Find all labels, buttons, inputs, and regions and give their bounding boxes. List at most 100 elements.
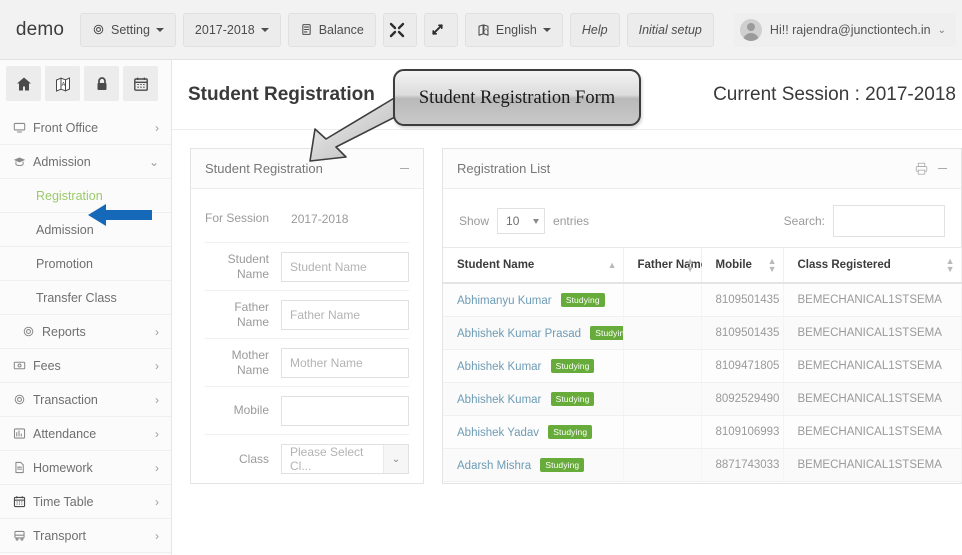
chevron-icon: › (155, 528, 159, 543)
column-label: Student Name (457, 259, 535, 271)
student-name-link[interactable]: Abhishek Kumar (457, 361, 541, 373)
sidebar-item-reports[interactable]: Reports › (0, 315, 171, 349)
form-row-class-select: Class Please Select Cl... ⌄ (205, 435, 409, 483)
cell-father-name (623, 448, 702, 482)
cell-student-name[interactable]: Abhishek Kumar Studying (443, 382, 624, 416)
expand-icon (389, 22, 405, 37)
map-icon[interactable]: A (45, 66, 80, 101)
father-name-input[interactable]: Father Name (281, 299, 409, 330)
language-button[interactable]: A English (464, 12, 563, 47)
mother-name-input[interactable]: Mother Name (281, 347, 409, 378)
table-row[interactable]: Abhishek Kumar Studying 8109471805 BEMEC… (443, 349, 962, 383)
button-label: Initial setup (638, 22, 702, 37)
cell-mobile: 8871743033 (701, 448, 784, 482)
input-placeholder: Father Name (290, 307, 361, 322)
document-icon (13, 461, 33, 474)
student-name-link[interactable]: Abhishek Kumar Prasad (457, 328, 581, 340)
page-length-select[interactable]: 10 (497, 208, 546, 234)
print-icon[interactable] (915, 162, 928, 175)
cell-class-registered: BEMECHANICAL1STSEMA (783, 283, 962, 317)
column-header-class-registered[interactable]: Class Registered ▲ ▼ (783, 247, 962, 284)
column-header-father-name[interactable]: Father Name ▲ ▼ (623, 247, 707, 284)
mobile-input[interactable] (281, 395, 409, 426)
session-button[interactable]: 2017-2018 (182, 12, 281, 47)
student-name-link[interactable]: Abhishek Yadav (457, 427, 539, 439)
column-header-mobile[interactable]: Mobile ▲ ▼ (701, 247, 784, 284)
home-icon[interactable] (6, 66, 41, 101)
gear-icon (14, 394, 25, 405)
sidebar-item-transfer-class[interactable]: Transfer Class (0, 281, 171, 315)
lock-icon[interactable] (84, 66, 119, 101)
minimize-icon[interactable] (938, 168, 947, 169)
application-root: demo Setting 2017-2018 Balance A English Hel… (0, 0, 962, 555)
class-select[interactable]: Please Select Cl... ⌄ (281, 444, 409, 474)
column-label: Mobile (715, 259, 752, 271)
search-input[interactable] (833, 205, 945, 237)
table-row[interactable]: Abhishek Kumar Studying 8092529490 BEMEC… (443, 382, 962, 416)
resize-button[interactable] (423, 12, 458, 47)
sidebar-item-fees[interactable]: Fees › (0, 349, 171, 383)
user-menu[interactable]: Hi!! rajendra@junctiontech.in ⌄ (733, 13, 956, 47)
panel-title: Registration List (457, 161, 551, 176)
brand-logo[interactable]: demo (0, 19, 80, 41)
cell-student-name[interactable]: Adarsh Mishra Studying (443, 448, 624, 482)
document-icon (15, 461, 24, 474)
status-badge: Studying (590, 326, 622, 340)
setting-button[interactable]: Setting (80, 12, 176, 47)
field-label: Student Name (227, 251, 269, 281)
chevron-icon: ⌄ (148, 154, 159, 169)
language-icon: A (477, 23, 490, 36)
page-length-value: 10 (506, 214, 520, 228)
cell-father-name (623, 283, 702, 317)
help-button[interactable]: Help (569, 12, 620, 47)
sidebar-item-label: Attendance (33, 426, 97, 441)
cell-student-name[interactable]: Abhishek Yadav Studying (443, 415, 624, 449)
sidebar-item-label: Promotion (36, 256, 93, 271)
cell-student-name[interactable]: Abhimanyu Kumar Studying (443, 283, 624, 317)
select-value: Please Select Cl... (290, 445, 364, 473)
sort-indicator-icon: ▲ ▼ (685, 256, 695, 274)
sidebar-item-transport[interactable]: Transport › (0, 519, 171, 553)
table-row[interactable]: Abhishek Yadav Studying 8109106993 BEMEC… (443, 415, 962, 449)
sort-indicator-icon: ▲ (607, 260, 617, 270)
sidebar-item-admission[interactable]: Admission ⌄ (0, 145, 171, 179)
table-row[interactable]: Abhimanyu Kumar Studying 8109501435 BEME… (443, 283, 962, 317)
initial-setup-button[interactable]: Initial setup (626, 12, 714, 47)
minimize-icon[interactable] (400, 168, 409, 169)
form-row-mother-name-input: Mother Name Mother Name (205, 339, 409, 387)
sidebar-item-promotion[interactable]: Promotion (0, 247, 171, 281)
sidebar-item-attendance[interactable]: Attendance › (0, 417, 171, 451)
column-label: Father Name (637, 259, 708, 271)
cell-mobile: 8109501435 (701, 316, 784, 350)
sidebar-item-label: Registration (36, 188, 103, 203)
column-header-student-name[interactable]: Student Name ▲ (443, 247, 624, 284)
student-name-link[interactable]: Abhishek Kumar (457, 394, 541, 406)
student-name-link[interactable]: Abhimanyu Kumar (457, 295, 552, 307)
cell-student-name[interactable]: Abhishek Kumar Studying (443, 349, 624, 383)
sidebar-item-label: Reports (42, 324, 86, 339)
balance-button[interactable]: Balance (287, 12, 376, 47)
sidebar-item-transaction[interactable]: Transaction › (0, 383, 171, 417)
student-name-link[interactable]: Adarsh Mishra (457, 460, 531, 472)
sidebar-item-homework[interactable]: Homework › (0, 451, 171, 485)
map-icon: A (55, 76, 70, 92)
cell-student-name[interactable]: Abhishek Kumar Prasad Studying (443, 316, 624, 350)
form-row-student-name-input: Student Name Student Name (205, 243, 409, 291)
expand-icon (389, 22, 405, 38)
sort-indicator-icon: ▲ ▼ (945, 256, 955, 274)
field-label: Mother Name (231, 347, 269, 377)
calendar-icon[interactable] (123, 66, 158, 101)
table-row[interactable]: Adarsh Mishra Studying 8871743033 BEMECH… (443, 448, 962, 482)
button-label: Setting (111, 22, 150, 37)
monitor-icon (13, 121, 33, 134)
table-row[interactable]: Abhishek Kumar Prasad Studying 810950143… (443, 316, 962, 350)
gear-icon (22, 325, 42, 338)
form-row-session: For Session 2017-2018 (205, 195, 409, 243)
student-name-input[interactable]: Student Name (281, 251, 409, 282)
button-label: 2017-2018 (194, 22, 255, 37)
registration-list-panel: Registration List Show 10 entries Search… (442, 148, 962, 484)
sidebar-item-time-table[interactable]: Time Table › (0, 485, 171, 519)
expand-button[interactable] (382, 12, 417, 47)
sidebar-item-front-office[interactable]: Front Office › (0, 111, 171, 145)
sidebar-quick-icons: A (0, 60, 171, 107)
